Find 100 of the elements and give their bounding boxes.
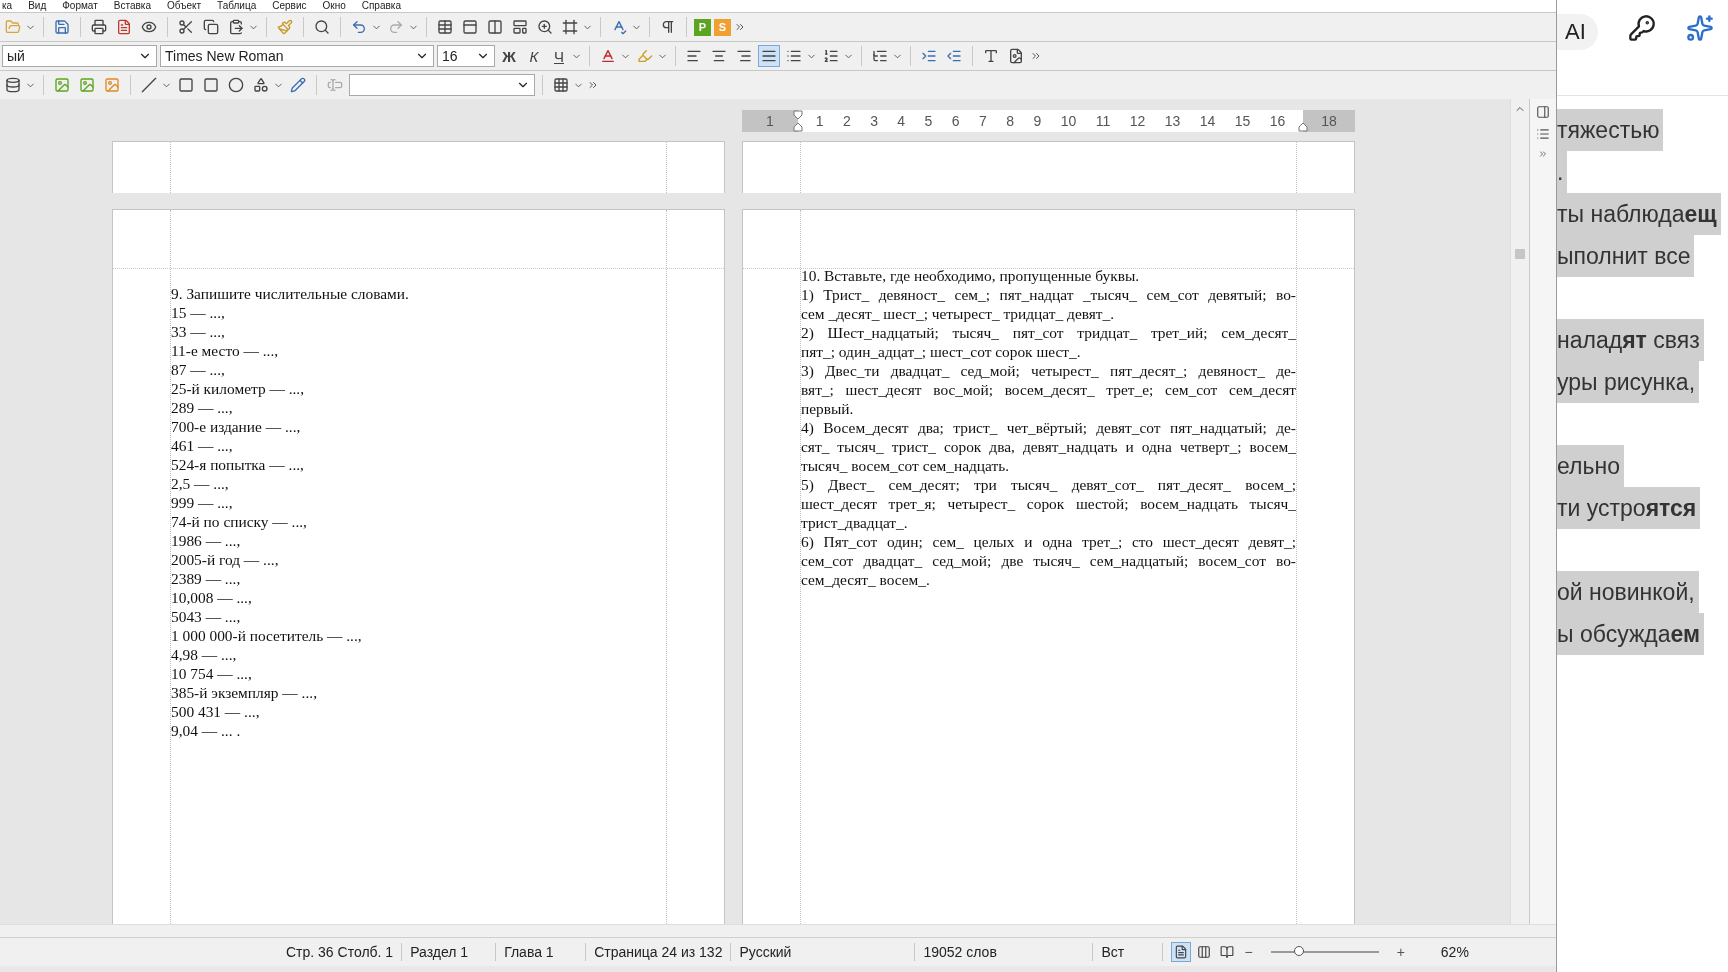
combo-field[interactable] — [349, 74, 535, 96]
layout-icon — [512, 19, 528, 35]
document-text-line: 11-е место — ..., — [171, 341, 280, 360]
document-text-line: сем _десят_ шест_; четырест_ тридцат_ девят_. — [801, 304, 1116, 323]
highlighted-text: ти устроятся — [1557, 487, 1701, 529]
search-icon — [314, 19, 330, 35]
highlighted-text: уры рисунка, — [1557, 361, 1700, 403]
menu-item[interactable]: Таблица — [217, 0, 257, 12]
document-text-line: 700-е издание — ..., — [171, 417, 302, 436]
highlighted-text: ой новинкой, — [1557, 571, 1699, 613]
field-value: Times New Roman — [165, 48, 284, 64]
ruler-number: 7 — [979, 113, 987, 129]
table-icon — [437, 19, 453, 35]
properties-icon[interactable] — [1536, 105, 1550, 119]
document-text-line: 25-й километр — ..., — [171, 379, 306, 398]
field-value: ый — [7, 48, 25, 64]
copy-icon — [203, 19, 219, 35]
print-icon — [91, 19, 107, 35]
document-text-line: сят_ тысяч_ трист_ сорок два, девят_надцать и одна четверт_; восем_ — [801, 437, 1296, 456]
open-folder-icon — [5, 19, 21, 35]
paragraph-style-field[interactable]: ый — [2, 45, 157, 67]
font-color-icon — [600, 48, 616, 64]
rounded-rectangle-icon — [203, 77, 219, 93]
document-text-line: 4,98 — ..., — [171, 645, 238, 664]
menu-item[interactable]: ка — [2, 0, 13, 12]
columns-icon — [487, 19, 503, 35]
ruler-number: 8 — [1006, 113, 1015, 129]
highlighted-text: ельно — [1557, 445, 1624, 487]
ruler-number: 4 — [897, 113, 906, 129]
document-text-line: 524-я попытка — ..., — [171, 455, 305, 474]
ai-button[interactable]: AI — [1557, 14, 1598, 50]
page-indicator: Страница 24 из 132 — [586, 943, 732, 961]
document-text-line: 2,5 — ..., — [171, 474, 230, 493]
ruler-number: 1 — [815, 113, 824, 129]
key-icon[interactable] — [1627, 14, 1656, 42]
media-icon — [104, 77, 120, 93]
document-text-line: 500 431 — ..., — [171, 702, 261, 721]
menu-item[interactable]: Сервис — [272, 0, 307, 12]
document-text-line: 33 — ..., — [171, 322, 226, 341]
cursor-position: Стр. 36 Столб. 1 — [278, 943, 403, 961]
document-text-line: 4) Восем_десят два; трист_ чет_вёртый; девят_сот пят_надцатый; де- — [801, 418, 1296, 437]
document-text-line: 999 — ..., — [171, 493, 234, 512]
language-indicator: Русский — [731, 943, 916, 961]
zoom-out-button[interactable]: − — [1240, 944, 1257, 960]
document-text-line: 10,008 — ..., — [171, 588, 253, 607]
spellcheck-icon — [611, 19, 627, 35]
single-page-view-button[interactable] — [1171, 942, 1192, 962]
pdf-export-icon — [116, 19, 132, 35]
zoom-icon — [537, 19, 553, 35]
ruler-number: 13 — [1164, 113, 1181, 129]
indent-marker-icon[interactable] — [793, 110, 803, 132]
zoom-in-button[interactable]: + — [1392, 944, 1409, 960]
document-text-line: трист_двадцат_. — [801, 513, 909, 532]
document-text-line: 3) Двес_ти двадцат_ сед_мой; четырест_ пят_десят_; девяност_ де- — [801, 361, 1296, 380]
menu-item[interactable]: Окно — [322, 0, 346, 12]
ruler-number: 15 — [1234, 113, 1251, 129]
highlighted-text: . — [1557, 151, 1568, 193]
align-center-icon — [711, 48, 727, 64]
document-text-line: 6) Пят_сот один; сем_ целых и одна трет_; сто шест_десят девят_; — [801, 532, 1296, 551]
document-text-line: 5043 — ..., — [171, 607, 242, 626]
document-text-line: 2389 — ..., — [171, 569, 242, 588]
indent-increase-icon — [921, 48, 937, 64]
menu-item[interactable]: Вид — [28, 0, 47, 12]
scrollbar-thumb[interactable] — [1515, 249, 1525, 259]
zoom-slider-thumb[interactable] — [1293, 946, 1304, 956]
menu-item[interactable]: Объект — [166, 0, 201, 12]
document-text-line: 5) Двест_ сем_десят; три тысяч_ девят_сот_ пят_десят_ восем_; — [801, 475, 1296, 494]
save-icon — [54, 19, 70, 35]
align-justify-icon — [761, 48, 777, 64]
highlighted-text: ы обсуждаем — [1557, 613, 1704, 655]
menu-item[interactable]: Формат — [62, 0, 98, 12]
document-text-line: 74-й по списку — ..., — [171, 512, 308, 531]
styles-icon[interactable] — [1536, 127, 1550, 141]
page-header-icon — [462, 19, 478, 35]
cut-icon — [178, 19, 194, 35]
document-text-line: 289 — ..., — [171, 398, 234, 417]
document-text-line: 1 000 000-й посетитель — ..., — [171, 626, 363, 645]
menu-item[interactable]: Справка — [361, 0, 401, 12]
pilcrow-icon — [660, 19, 676, 35]
font-name-field[interactable]: Times New Roman — [160, 45, 434, 67]
document-text-line: 15 — ..., — [171, 303, 226, 322]
italic-button[interactable]: К — [523, 45, 545, 67]
outline-list-icon — [872, 48, 888, 64]
highlighter-icon — [637, 48, 653, 64]
more-icon[interactable] — [1030, 50, 1042, 62]
ruler-number: 10 — [1060, 113, 1077, 129]
align-justify-button[interactable] — [758, 45, 780, 67]
font-size-field[interactable]: 16 — [437, 45, 495, 67]
bold-button[interactable]: Ж — [498, 45, 520, 67]
ellipse-icon — [228, 77, 244, 93]
more-icon[interactable] — [587, 79, 599, 91]
document-text-line: 2) Шест_надцатый; тысяч_ пят_сот тридцат_ трет_ий; сем_десят_ — [801, 323, 1296, 342]
word-count: 19052 слов — [915, 943, 1094, 961]
more-icon[interactable] — [734, 21, 746, 33]
document-text-line: первый. — [801, 399, 855, 418]
underline-button[interactable]: Ч — [548, 45, 570, 67]
rectangle-icon — [178, 77, 194, 93]
document-text-line: вят_; шест_десят вос_мой; восем_десят_ трет_е; сем_сот сем_десят — [801, 380, 1296, 399]
align-left-icon — [686, 48, 702, 64]
menu-item[interactable]: Вставка — [113, 0, 151, 12]
